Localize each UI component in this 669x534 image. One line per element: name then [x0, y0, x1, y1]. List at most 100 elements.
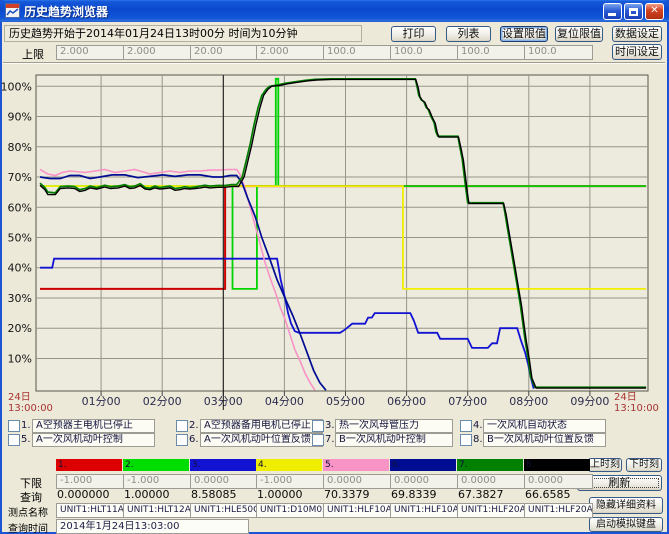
legend-bar-number: 3.: [190, 459, 256, 471]
window-title: 历史趋势浏览器: [24, 3, 108, 20]
point-name-field-5[interactable]: UNIT1:HLF10AS: [323, 503, 392, 518]
upper-limit-label: 上限: [22, 46, 44, 62]
query-time-field[interactable]: 2014年1月24日13:03:00: [56, 519, 249, 534]
checkbox-number-4: 4.: [473, 419, 483, 432]
x-axis-tick-label: 03分00: [204, 395, 243, 408]
point-label-field-6: A一次风机动叶位置反馈: [200, 433, 323, 447]
y-axis-tick-label: 80%: [8, 141, 32, 154]
query-value-3: 8.58085: [191, 489, 255, 501]
upper-limit-field-7[interactable]: 100.0: [457, 45, 526, 60]
checkbox-point-1[interactable]: [8, 420, 20, 432]
series-line-2: [40, 79, 646, 289]
legend-bar-number: 5.: [323, 459, 389, 471]
y-axis-tick-label: 30%: [8, 292, 32, 305]
checkbox-point-7[interactable]: [312, 434, 324, 446]
x-axis-end-time: 13:10:00: [614, 403, 659, 414]
checkbox-point-4[interactable]: [460, 420, 472, 432]
query-value-2: 1.00000: [124, 489, 188, 501]
minimize-button[interactable]: [603, 3, 622, 20]
series-line-7: [40, 79, 646, 387]
series-line-8: [40, 79, 646, 388]
lower-limit-field-5[interactable]: 0.0000: [323, 474, 392, 489]
y-axis-tick-label: 20%: [8, 322, 32, 335]
query-value-4: 1.00000: [257, 489, 321, 501]
point-label-field-7: B一次风机动叶控制: [335, 433, 453, 447]
legend-bar-number: 8.: [524, 459, 590, 471]
x-axis-tick-label: 06分00: [387, 395, 426, 408]
point-name-field-7[interactable]: UNIT1:HLF20AS: [457, 503, 526, 518]
legend-bar-2: 2.: [123, 459, 189, 471]
virtual-keyboard-button[interactable]: 启动模拟键盘: [589, 517, 663, 532]
prev-time-button[interactable]: 上时刻: [588, 458, 622, 472]
legend-bar-1: 1.: [56, 459, 122, 471]
close-button[interactable]: ✕: [645, 3, 664, 20]
checkbox-number-7: 7.: [325, 433, 335, 446]
upper-limit-field-1[interactable]: 2.000: [56, 45, 125, 60]
trend-chart[interactable]: 100%90%80%70%60%50%40%30%20%10%01分0002分0…: [0, 0, 669, 534]
y-axis-tick-label: 60%: [8, 201, 32, 214]
time-setting-button[interactable]: 时间设定: [612, 44, 662, 60]
lower-limit-field-8[interactable]: 0.0000: [524, 474, 593, 489]
lower-limit-field-4[interactable]: -1.000: [256, 474, 325, 489]
y-axis-tick-label: 10%: [8, 352, 32, 365]
minimize-icon: [608, 13, 616, 16]
point-label-field-4: 一次风机自动状态: [483, 419, 606, 433]
lower-limit-field-3[interactable]: 0.0000: [190, 474, 259, 489]
x-axis-tick-label: 09分00: [570, 395, 609, 408]
checkbox-point-2[interactable]: [176, 420, 188, 432]
checkbox-number-6: 6.: [189, 433, 199, 446]
maximize-button[interactable]: [624, 3, 643, 20]
checkbox-point-6[interactable]: [176, 434, 188, 446]
point-name-field-3[interactable]: UNIT1:HLE50CI: [190, 503, 259, 518]
upper-limit-field-5[interactable]: 100.0: [323, 45, 392, 60]
upper-limit-field-3[interactable]: 20.00: [190, 45, 259, 60]
y-axis-tick-label: 70%: [8, 171, 32, 184]
list-button[interactable]: 列表: [446, 26, 491, 42]
point-name-field-6[interactable]: UNIT1:HLF10AS: [390, 503, 459, 518]
checkbox-number-1: 1.: [21, 419, 31, 432]
print-button[interactable]: 打印: [391, 26, 436, 42]
upper-limit-field-8[interactable]: 100.0: [524, 45, 593, 60]
legend-bar-5: 5.: [323, 459, 389, 471]
checkbox-point-3[interactable]: [312, 420, 324, 432]
upper-limit-field-4[interactable]: 2.000: [256, 45, 325, 60]
legend-bar-number: 7.: [457, 459, 523, 471]
lower-limit-field-7[interactable]: 0.0000: [457, 474, 526, 489]
y-axis-tick-label: 100%: [1, 80, 32, 93]
y-axis-tick-label: 50%: [8, 232, 32, 245]
checkbox-number-8: 8.: [473, 433, 483, 446]
plot-area: [36, 75, 648, 391]
title-bar[interactable]: 历史趋势浏览器 ✕: [0, 0, 669, 22]
next-time-button[interactable]: 下时刻: [626, 458, 662, 472]
legend-bar-number: 4.: [256, 459, 322, 471]
checkbox-point-5[interactable]: [8, 434, 20, 446]
lower-limit-field-1[interactable]: -1.000: [56, 474, 125, 489]
query-value-5: 70.3379: [324, 489, 388, 501]
point-name-field-4[interactable]: UNIT1:D10M021: [256, 503, 325, 518]
checkbox-point-8[interactable]: [460, 434, 472, 446]
trend-browser-window: 历史趋势浏览器 ✕ 历史趋势开始于2014年01月24日13时00分 时间为10…: [0, 0, 669, 534]
point-name-field-8[interactable]: UNIT1:HLF20AS: [524, 503, 593, 518]
point-label-field-8: B一次风机动叶位置反馈: [483, 433, 606, 447]
legend-bar-number: 1.: [56, 459, 122, 471]
query-value-8: 66.6585: [525, 489, 589, 501]
upper-limit-field-6[interactable]: 100.0: [390, 45, 459, 60]
data-setting-button[interactable]: 数据设定: [612, 26, 662, 42]
checkbox-number-2: 2.: [189, 419, 199, 432]
hide-detail-button[interactable]: 隐藏详细资料: [589, 497, 663, 514]
x-axis-tick-label: 04分00: [265, 395, 304, 408]
reset-limits-button[interactable]: 复位限值: [555, 26, 603, 42]
series-line-3: [40, 259, 534, 389]
lower-limit-field-2[interactable]: -1.000: [123, 474, 192, 489]
set-limits-button[interactable]: 设置限值: [500, 26, 548, 42]
y-axis-tick-label: 90%: [8, 111, 32, 124]
upper-limit-field-2[interactable]: 2.000: [123, 45, 192, 60]
lower-limit-field-6[interactable]: 0.0000: [390, 474, 459, 489]
query-value-1: 0.000000: [57, 489, 121, 501]
point-name-field-2[interactable]: UNIT1:HLT12AI: [123, 503, 192, 518]
legend-bar-number: 2.: [123, 459, 189, 471]
point-name-field-1[interactable]: UNIT1:HLT11AI: [56, 503, 125, 518]
trend-info-bar: 历史趋势开始于2014年01月24日13时00分 时间为10分钟: [4, 25, 362, 42]
point-name-label: 测点名称: [8, 504, 48, 519]
point-label-field-1: A空预器主电机已停止: [32, 419, 155, 433]
